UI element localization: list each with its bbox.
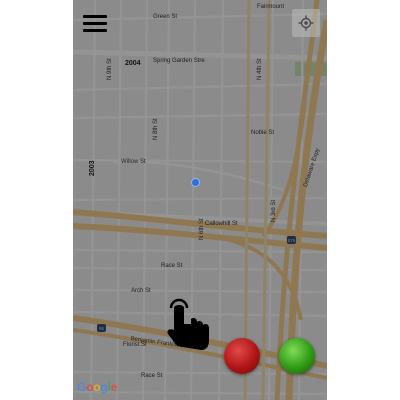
- street-label-n6th: N 6th St: [199, 218, 205, 240]
- street-label-noble: Noble St: [251, 130, 275, 136]
- street-label-n3rd: N 3rd St: [271, 199, 277, 222]
- street-label-n9: N 9th St: [107, 58, 113, 80]
- street-label-spring-garden: Spring Garden Stre: [153, 58, 205, 64]
- hamburger-menu-icon: [83, 22, 107, 25]
- street-label-n4: N 4th St: [257, 58, 263, 80]
- shield-i95-icon: 95: [97, 324, 106, 332]
- menu-button[interactable]: [81, 12, 109, 36]
- stop-button[interactable]: [224, 338, 260, 374]
- street-label-race: Race St: [141, 373, 163, 379]
- current-location-dot: [191, 178, 200, 187]
- crosshair-locate-icon: [298, 15, 314, 31]
- street-label-n8: N 8th St: [153, 118, 159, 140]
- google-logo: Google: [77, 380, 117, 394]
- pointing-hand-tap-icon: [167, 298, 209, 350]
- map-screen: Green St Fairmount Spring Garden Stre N …: [73, 0, 327, 400]
- shield-i676-icon: 676: [287, 236, 296, 244]
- street-label-race-upper: Race St: [161, 263, 183, 269]
- google-logo-letter: G: [77, 380, 87, 394]
- hamburger-menu-icon: [83, 15, 107, 18]
- street-label-florist: Florist St: [123, 342, 147, 348]
- google-logo-letter: e: [110, 380, 118, 394]
- street-label-willow: Willow St: [121, 159, 146, 165]
- street-label-callowhill: Callowhill St: [205, 221, 238, 227]
- street-label-fairmount: Fairmount: [257, 4, 285, 10]
- go-button[interactable]: [279, 338, 315, 374]
- street-label-arch: Arch St: [131, 288, 151, 294]
- street-label-green: Green St: [153, 14, 178, 20]
- google-logo-letter: g: [100, 380, 108, 394]
- locate-button[interactable]: [292, 9, 320, 37]
- hamburger-menu-icon: [83, 29, 107, 32]
- route-label-2004: 2004: [125, 60, 141, 67]
- route-label-2003: 2003: [89, 160, 96, 176]
